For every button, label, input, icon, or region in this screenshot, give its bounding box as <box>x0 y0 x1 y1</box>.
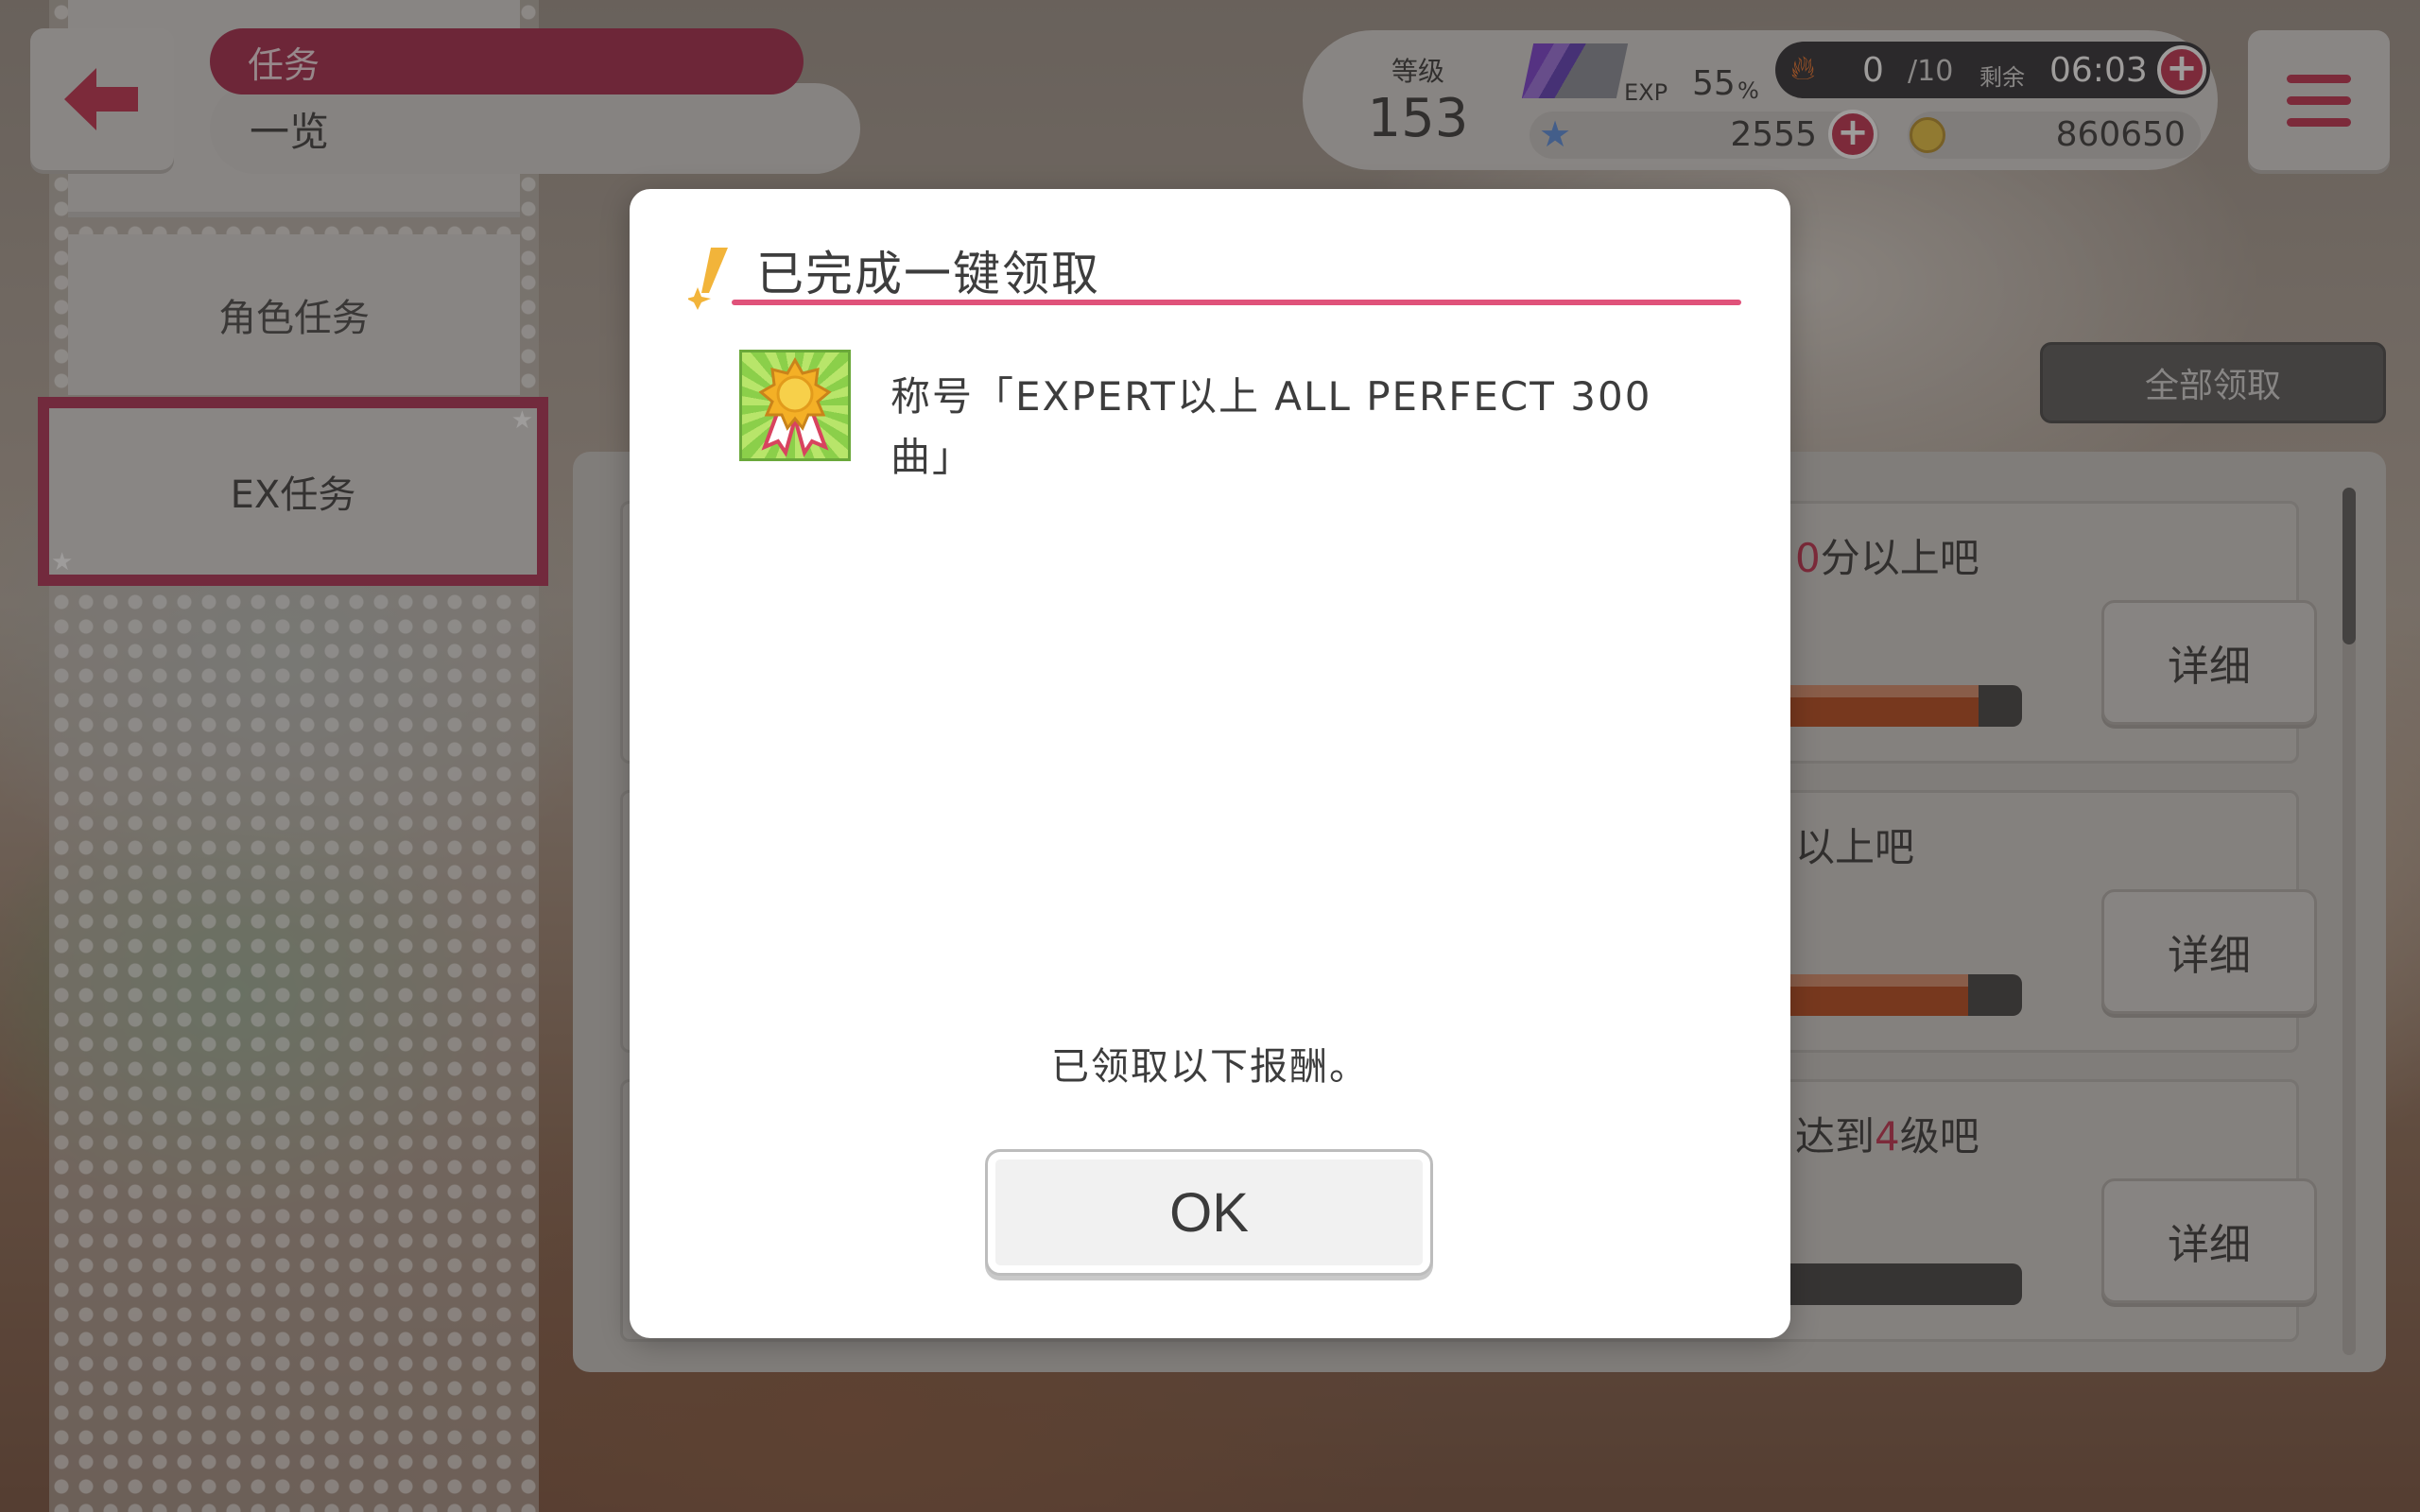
reward-text: 称号「EXPERT以上 ALL PERFECT 300曲」 <box>890 373 1652 480</box>
dialog-title-divider <box>732 300 1741 305</box>
dialog-title: 已完成一键领取 <box>756 247 1100 301</box>
dialog-message: 已领取以下报酬。 <box>1051 1045 1369 1089</box>
medal-icon <box>739 350 851 461</box>
ok-button[interactable]: OK <box>985 1149 1433 1276</box>
sparkle-pen-icon <box>688 248 728 310</box>
medal-icon-graphic <box>758 356 832 457</box>
ok-button-label: OK <box>1169 1181 1249 1244</box>
claim-complete-dialog: 已完成一键领取 称号「EXPERT以上 ALL PERFECT 300曲」 已领… <box>630 189 1790 1338</box>
